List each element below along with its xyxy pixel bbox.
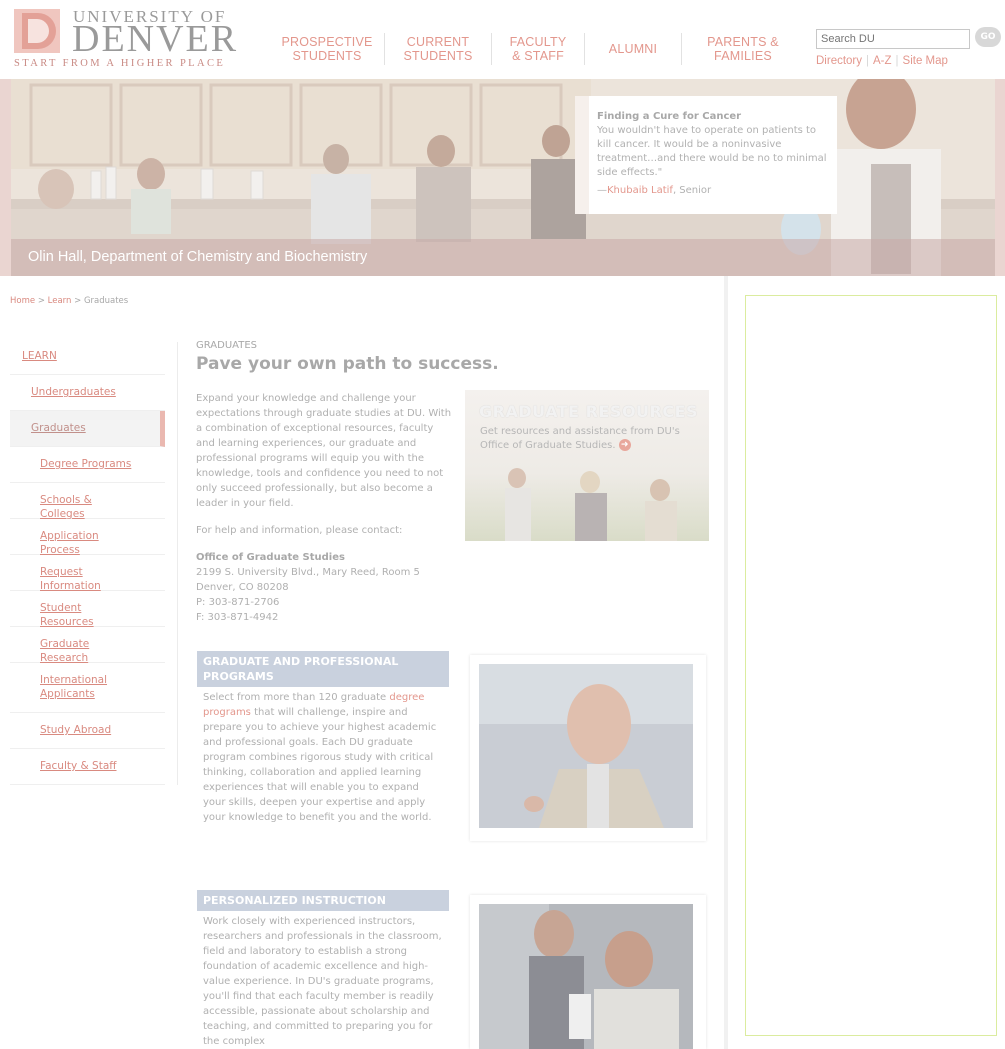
quote-role: , Senior: [672, 185, 712, 196]
search-input[interactable]: [816, 29, 970, 49]
hero-caption: Olin Hall, Department of Chemistry and B…: [28, 249, 368, 265]
graduate-resources-promo[interactable]: GRADUATE RESOURCES Get resources and ass…: [465, 390, 709, 541]
directory-link[interactable]: Directory: [816, 55, 862, 67]
logo-tagline: START FROM A HIGHER PLACE: [14, 58, 226, 69]
section-heading-instruction: PERSONALIZED INSTRUCTION: [197, 890, 449, 911]
sidebar-item-graduate-research[interactable]: Graduate Research: [10, 627, 165, 664]
address-line1: 2199 S. University Blvd., Mary Reed, Roo…: [196, 567, 420, 578]
quote-dash: —: [597, 185, 607, 196]
page-kicker: GRADUATES: [196, 340, 257, 351]
nav-label-line1: PROSPECTIVE: [281, 35, 373, 49]
a-z-link[interactable]: A-Z: [873, 55, 892, 67]
sidebar-item-study-abroad[interactable]: Study Abroad: [10, 713, 165, 749]
sidebar-item-international-applicants[interactable]: International Applicants: [10, 663, 165, 713]
nav-label-line1: ALUMNI: [608, 42, 658, 56]
sidebar-item-graduates[interactable]: Graduates: [10, 411, 165, 447]
nav-label-line1: FACULTY: [509, 35, 567, 49]
body-text: that will challenge, inspire and prepare…: [203, 707, 437, 823]
professor-photo: [479, 664, 693, 828]
photo-frame: [470, 655, 706, 841]
arrow-right-icon: ➜: [618, 439, 631, 451]
office-name: Office of Graduate Studies: [196, 552, 345, 563]
promo-text: Get resources and assistance from DU's O…: [480, 425, 690, 453]
intro-paragraph: Expand your knowledge and challenge your…: [196, 393, 452, 509]
breadcrumb: Home > Learn > Graduates: [10, 296, 128, 306]
hero-quote-box: Finding a Cure for Cancer You wouldn't h…: [575, 96, 837, 214]
university-logo[interactable]: UNIVERSITY OF DENVER START FROM A HIGHER…: [14, 7, 236, 72]
hero-banner: Olin Hall, Department of Chemistry and B…: [0, 79, 1005, 276]
breadcrumb-separator: >: [37, 296, 45, 306]
nav-label-line1: CURRENT: [406, 35, 470, 49]
quote-author-link[interactable]: Khubaib Latif: [607, 185, 673, 196]
separator: |: [866, 55, 870, 67]
utility-links: Directory | A-Z | Site Map: [816, 55, 948, 67]
nav-label-line2: FAMILIES: [714, 49, 772, 63]
quote-title: Finding a Cure for Cancer: [597, 111, 742, 122]
nav-label-line2: STUDENTS: [403, 49, 473, 63]
address-line2: Denver, CO 80208: [196, 582, 289, 593]
sidebar-divider: [177, 342, 178, 785]
logo-line2: DENVER: [72, 18, 239, 60]
sidebar-item-undergraduates[interactable]: Undergraduates: [10, 375, 165, 411]
sidebar-item-learn[interactable]: LEARN: [10, 340, 165, 375]
section-heading-programs: GRADUATE AND PROFESSIONAL PROGRAMS: [197, 651, 449, 687]
breadcrumb-current: Graduates: [83, 296, 129, 306]
promo-title: GRADUATE RESOURCES: [479, 402, 699, 421]
site-map-link[interactable]: Site Map: [903, 55, 948, 67]
breadcrumb-learn[interactable]: Learn: [48, 296, 72, 306]
site-header: UNIVERSITY OF DENVER START FROM A HIGHER…: [0, 0, 1005, 79]
microscope-photo: [479, 904, 693, 1049]
du-logo-icon: [14, 9, 60, 53]
nav-parents-families[interactable]: PARENTS & FAMILIES: [682, 33, 804, 65]
nav-faculty-staff[interactable]: FACULTY & STAFF: [492, 33, 585, 65]
photo-frame: [470, 895, 706, 1049]
nav-label-line2: & STAFF: [512, 49, 564, 63]
sidebar-item-degree-programs[interactable]: Degree Programs: [10, 447, 165, 483]
sidebar-item-schools-colleges[interactable]: Schools & Colleges: [10, 483, 165, 520]
students-photo: [505, 468, 677, 541]
fax-number: F: 303-871-4942: [196, 612, 279, 623]
breadcrumb-separator: >: [74, 296, 82, 306]
sidebar-item-application-process[interactable]: Application Process: [10, 519, 165, 556]
nav-current-students[interactable]: CURRENT STUDENTS: [385, 33, 492, 65]
page-title: Pave your own path to success.: [196, 354, 499, 374]
sidebar-item-request-information[interactable]: Request Information: [10, 555, 165, 592]
nav-label-line1: PARENTS &: [707, 35, 779, 49]
quote-attribution: —Khubaib Latif, Senior: [597, 184, 829, 198]
right-sidebar-box: [745, 295, 997, 1036]
quote-text: You wouldn't have to operate on patients…: [597, 125, 827, 178]
nav-alumni[interactable]: ALUMNI: [585, 33, 682, 65]
column-divider: [724, 276, 728, 1049]
promo-text-content: Get resources and assistance from DU's O…: [480, 426, 680, 451]
nav-label-line2: STUDENTS: [292, 49, 362, 63]
breadcrumb-home[interactable]: Home: [10, 296, 35, 306]
separator: |: [895, 55, 899, 67]
sidebar-nav: LEARN Undergraduates Graduates Degree Pr…: [10, 340, 165, 785]
main-nav: PROSPECTIVE STUDENTS CURRENT STUDENTS FACU…: [270, 33, 804, 67]
sidebar-item-student-resources[interactable]: Student Resources: [10, 591, 165, 628]
search-go-button[interactable]: GO: [975, 27, 1001, 47]
nav-prospective-students[interactable]: PROSPECTIVE STUDENTS: [270, 33, 385, 65]
contact-block: For help and information, please contact…: [196, 523, 456, 625]
section-body-instruction: Work closely with experienced instructor…: [203, 916, 442, 1047]
phone-number: P: 303-871-2706: [196, 597, 280, 608]
help-text: For help and information, please contact…: [196, 525, 403, 536]
sidebar-item-faculty-staff[interactable]: Faculty & Staff: [10, 749, 165, 785]
body-text: Select from more than 120 graduate: [203, 692, 390, 703]
section-body-programs: Select from more than 120 graduate degre…: [203, 690, 443, 825]
